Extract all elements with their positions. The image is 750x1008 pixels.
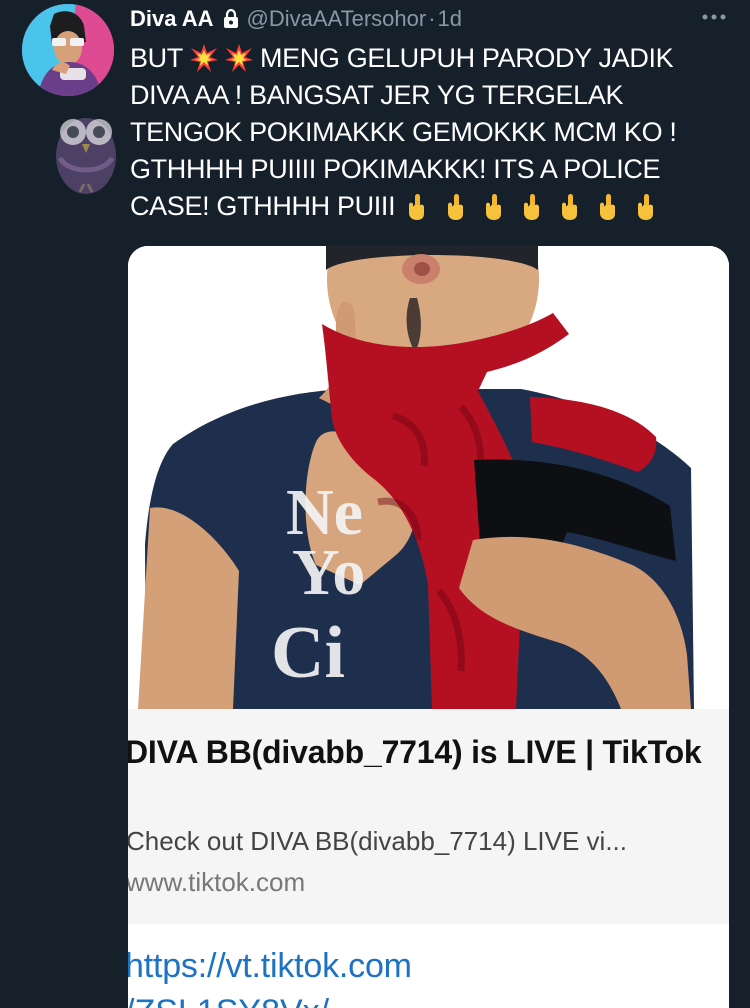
tweet-text: BUT MENG GELUPUH PARODY JADIK DIVA AA ! … xyxy=(130,40,732,225)
middle-finger-emoji-icon xyxy=(562,194,578,220)
card-url-block[interactable]: https://vt.tiktok.com /ZSL1SY8Vx/ xyxy=(128,924,729,1008)
middle-finger-emoji-icon xyxy=(600,194,616,220)
user-handle[interactable]: @DivaAATersohor xyxy=(247,6,427,32)
middle-finger-emoji-icon xyxy=(638,194,654,220)
collision-emoji-icon xyxy=(224,44,253,72)
middle-finger-emoji-icon xyxy=(485,194,501,220)
tweet-line-4: GTHHHH PUIIII POKIMAKKK! ITS A POLICE xyxy=(130,154,661,184)
tweet-timestamp[interactable]: 1d xyxy=(438,6,462,32)
link-description: Check out DIVA BB(divabb_7714) LIVE vi..… xyxy=(128,826,628,856)
link-preview-info[interactable]: DIVA BB(divabb_7714) is LIVE | TikTok Ch… xyxy=(128,709,729,924)
middle-finger-emoji-icon xyxy=(523,194,539,220)
card-url-link-continued[interactable]: /ZSL1SY8Vx/ xyxy=(128,989,725,1008)
svg-text:Ci: Ci xyxy=(271,612,345,694)
middle-finger-emoji-icon xyxy=(447,194,463,220)
tweet-line-3: TENGOK POKIMAKKK GEMOKKK MCM KO ! xyxy=(130,117,677,147)
meta-separator: · xyxy=(428,6,436,31)
tweet-line-5-text: CASE! GTHHHH PUIII xyxy=(130,191,396,221)
link-domain: www.tiktok.com xyxy=(128,867,306,897)
link-preview-image[interactable]: Ne Yo Ci xyxy=(128,246,729,709)
card-url-link[interactable]: https://vt.tiktok.com xyxy=(128,943,725,989)
tweet-line-1-start: BUT xyxy=(130,43,183,73)
display-name[interactable]: Diva AA xyxy=(130,6,214,32)
lock-icon xyxy=(223,9,238,28)
tweet-line-1-end: MENG GELUPUH PARODY JADIK xyxy=(259,43,674,73)
svg-text:Yo: Yo xyxy=(292,536,365,609)
middle-finger-emoji-icon xyxy=(409,194,425,220)
more-options-icon[interactable] xyxy=(698,7,730,27)
profile-avatar[interactable] xyxy=(22,4,114,96)
tweet-line-1: BUT MENG GELUPUH PARODY JADIK xyxy=(130,40,732,77)
tweet-screen: Diva AA @DivaAATersohor · 1d BUT MENG GE… xyxy=(0,0,750,1008)
tweet-header: Diva AA @DivaAATersohor · 1d xyxy=(130,4,730,34)
link-preview-card[interactable]: Ne Yo Ci DIVA BB(divabb_7714) is LIVE | … xyxy=(128,246,729,1008)
link-title[interactable]: DIVA BB(divabb_7714) is LIVE | TikTok xyxy=(128,731,715,773)
collision-emoji-icon xyxy=(189,44,218,72)
tweet-line-2: DIVA AA ! BANGSAT JER YG TERGELAK xyxy=(130,80,624,110)
tweet-line-5: CASE! GTHHHH PUIII xyxy=(130,188,732,225)
